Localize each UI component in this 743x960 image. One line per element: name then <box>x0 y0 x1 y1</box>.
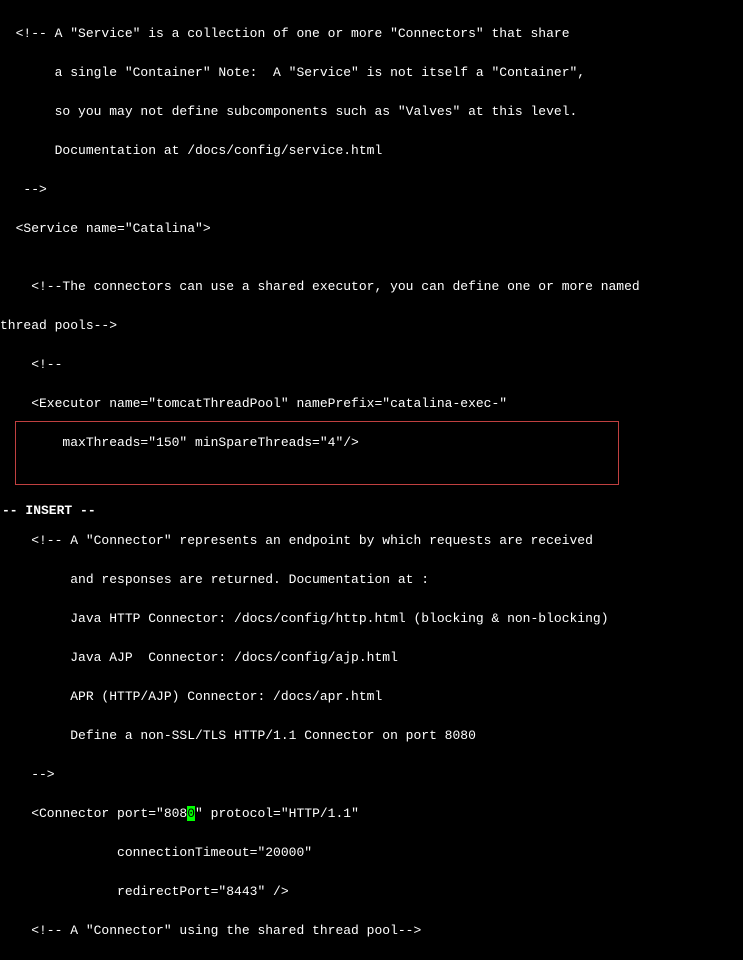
code-line: <!-- <box>0 355 743 375</box>
code-line: <Service name="Catalina"> <box>0 219 743 239</box>
code-line: connectionTimeout="20000" <box>0 843 743 863</box>
code-line: Java HTTP Connector: /docs/config/http.h… <box>0 609 743 629</box>
code-text: <Connector port="808 <box>0 806 187 821</box>
code-line: a single "Container" Note: A "Service" i… <box>0 63 743 83</box>
code-line: <Executor name="tomcatThreadPool" namePr… <box>0 394 743 414</box>
code-line: <Connector port="8080" protocol="HTTP/1.… <box>0 804 743 824</box>
code-line: Define a non-SSL/TLS HTTP/1.1 Connector … <box>0 726 743 746</box>
code-line: Documentation at /docs/config/service.ht… <box>0 141 743 161</box>
code-line: <!-- A "Connector" using the shared thre… <box>0 921 743 941</box>
code-line: redirectPort="8443" /> <box>0 882 743 902</box>
code-line: so you may not define subcomponents such… <box>0 102 743 122</box>
cursor: 0 <box>187 806 195 821</box>
code-line: <!-- A "Service" is a collection of one … <box>0 24 743 44</box>
code-line: Java AJP Connector: /docs/config/ajp.htm… <box>0 648 743 668</box>
editor-area[interactable]: <!-- A "Service" is a collection of one … <box>0 0 743 960</box>
code-line: --> <box>0 765 743 785</box>
vim-mode-status: -- INSERT -- <box>0 501 96 521</box>
code-line: <!-- A "Connector" represents an endpoin… <box>0 531 743 551</box>
code-line: maxThreads="150" minSpareThreads="4"/> <box>0 433 743 453</box>
code-line: thread pools--> <box>0 316 743 336</box>
code-line: <!--The connectors can use a shared exec… <box>0 277 743 297</box>
code-line: --> <box>0 180 743 200</box>
code-text: " protocol="HTTP/1.1" <box>195 806 359 821</box>
code-line: and responses are returned. Documentatio… <box>0 570 743 590</box>
code-line: APR (HTTP/AJP) Connector: /docs/apr.html <box>0 687 743 707</box>
